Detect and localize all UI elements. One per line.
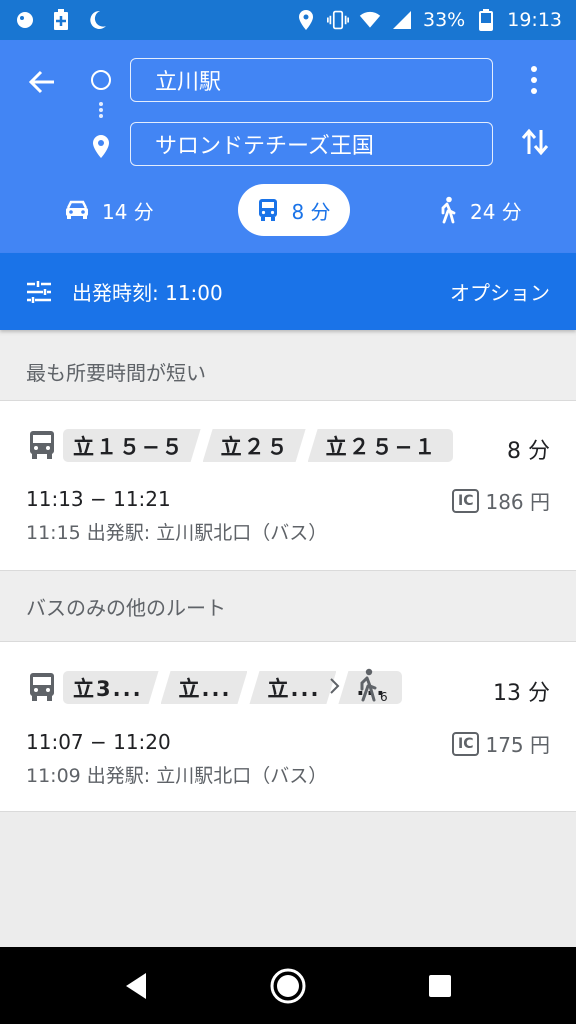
- app-icon: [14, 9, 36, 31]
- line-chip: 立１５−５: [63, 429, 201, 462]
- origin-field[interactable]: 立川駅: [130, 58, 493, 102]
- route-fare: IC 175 円: [451, 729, 550, 758]
- do-not-disturb-icon: [86, 9, 108, 31]
- walk-icon: [360, 668, 377, 702]
- wifi-icon: [359, 9, 381, 31]
- travel-modes: 14 分 8 分 24 分: [0, 184, 576, 238]
- battery-icon: [475, 9, 497, 31]
- chevron-right-icon: [330, 678, 340, 694]
- car-icon: [66, 200, 88, 219]
- nav-recents-button[interactable]: [410, 956, 470, 1016]
- fare-amount: 186 円: [485, 490, 550, 514]
- clock: 19:13: [507, 9, 562, 31]
- section-bus-only: バスのみの他のルート: [0, 571, 576, 641]
- system-nav-bar: [0, 947, 576, 1024]
- fare-amount: 175 円: [485, 733, 550, 757]
- section-fastest: 最も所要時間が短い: [0, 336, 576, 406]
- nav-back-button[interactable]: [106, 956, 166, 1016]
- route-duration: 8 分: [507, 439, 550, 464]
- options-bar: 出発時刻: 11:00 オプション: [0, 253, 576, 330]
- route-lines: 立１５−５ 立２５ 立２５−１: [63, 429, 455, 462]
- origin-circle-icon: [91, 70, 111, 90]
- bus-icon: [30, 673, 54, 701]
- bus-icon: [259, 199, 278, 221]
- line-chip: 立...: [249, 671, 336, 704]
- line-chip: 立...: [161, 671, 248, 704]
- walk-minutes: 6: [380, 690, 388, 704]
- battery-saver-icon: [50, 9, 72, 31]
- vibrate-icon: [327, 9, 349, 31]
- route-times: 11:07 − 11:20: [26, 730, 171, 754]
- swap-icon[interactable]: [518, 122, 552, 162]
- destination-field[interactable]: サロンドテチーズ王国: [130, 122, 493, 166]
- route-times: 11:13 − 11:21: [26, 487, 171, 511]
- departure-time[interactable]: 出発時刻: 11:00: [72, 277, 223, 306]
- route-card[interactable]: 立3... 立... 立... ... 6 13 分 11:07 − 11:20…: [0, 641, 576, 812]
- options-button[interactable]: オプション: [450, 277, 550, 306]
- battery-percent: 33%: [423, 9, 466, 31]
- status-bar: 33% 19:13: [0, 0, 576, 40]
- walk-icon: [441, 196, 456, 224]
- mode-transit-button[interactable]: 8 分: [238, 184, 350, 236]
- line-chip: 立２５−１: [307, 429, 454, 462]
- back-triangle-icon: [126, 972, 146, 999]
- nav-home-button[interactable]: [258, 956, 318, 1016]
- route-dots-icon: [99, 102, 103, 118]
- recents-square-icon: [429, 974, 451, 997]
- location-icon: [295, 9, 317, 31]
- route-fare: IC 186 円: [451, 486, 550, 515]
- route-departure-stop: 11:09 出発駅: 立川駅北口（バス）: [26, 765, 328, 787]
- route-departure-stop: 11:15 出発駅: 立川駅北口（バス）: [26, 522, 328, 544]
- line-chip: 立3...: [63, 671, 159, 704]
- route-lines: 立3... 立... 立... ...: [63, 671, 404, 704]
- drive-duration: 14 分: [102, 199, 154, 224]
- more-options-icon[interactable]: [520, 62, 548, 98]
- bus-icon: [30, 431, 54, 459]
- destination-pin-icon: [90, 133, 112, 161]
- mode-drive-button[interactable]: 14 分: [64, 184, 154, 236]
- back-arrow-icon: [28, 70, 54, 94]
- signal-icon: [391, 9, 413, 31]
- mode-walk-button[interactable]: 24 分: [438, 184, 522, 236]
- tune-icon[interactable]: [26, 280, 52, 304]
- route-duration: 13 分: [493, 681, 550, 706]
- ic-card-icon: IC: [451, 488, 480, 513]
- directions-header: 立川駅 サロンドテチーズ王国 14 分 8 分 24 分: [0, 40, 576, 253]
- home-circle-icon: [270, 968, 306, 1003]
- ic-card-icon: IC: [451, 731, 480, 756]
- transit-duration: 8 分: [291, 199, 331, 224]
- route-card[interactable]: 立１５−５ 立２５ 立２５−１ 8 分 11:13 − 11:21 11:15 …: [0, 400, 576, 571]
- walk-duration: 24 分: [470, 199, 522, 224]
- back-button[interactable]: [22, 62, 62, 102]
- line-chip: 立２５: [203, 429, 306, 462]
